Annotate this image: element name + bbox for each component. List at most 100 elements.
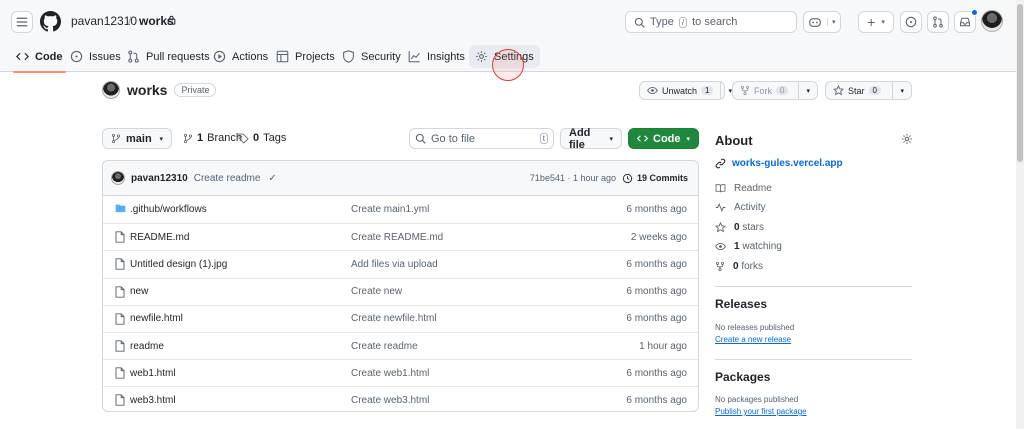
file-commit-message[interactable]: Create web3.html: [351, 395, 429, 406]
code-button-label: Code: [653, 132, 681, 145]
file-commit-message[interactable]: Create new: [351, 286, 402, 297]
tab-code[interactable]: Code: [13, 42, 65, 73]
file-name[interactable]: .github/workflows: [130, 204, 207, 215]
stars-link[interactable]: 0 stars: [715, 222, 764, 233]
tab-projects[interactable]: Projects: [276, 42, 335, 71]
file-name[interactable]: Untitled design (1).jpg: [130, 259, 227, 270]
create-new-button[interactable]: + ▾: [858, 11, 894, 33]
issues-button[interactable]: [900, 11, 922, 33]
stars-count: 0: [734, 222, 740, 233]
go-to-file-input[interactable]: Go to file t: [409, 128, 554, 149]
file-list: .github/workflows Create main1.yml 6 month…: [103, 196, 698, 411]
eye-icon: [647, 86, 658, 95]
create-release-link[interactable]: Create a new release: [715, 335, 791, 344]
copilot-button[interactable]: ▾: [803, 11, 841, 33]
file-row[interactable]: web3.html Create web3.html 6 months ago: [103, 386, 698, 411]
fork-button[interactable]: Fork 0: [733, 82, 795, 99]
gear-icon[interactable]: [901, 133, 913, 145]
file-row[interactable]: new Create new 6 months ago: [103, 277, 698, 305]
tag-label: Tags: [263, 132, 287, 144]
file-row[interactable]: Untitled design (1).jpg Add files via upl…: [103, 250, 698, 277]
tab-pull-requests[interactable]: Pull requests: [127, 42, 210, 71]
breadcrumb-separator: /: [128, 14, 132, 28]
gear-icon: [476, 51, 487, 62]
branch-count: 1: [197, 132, 204, 144]
page-scrollbar[interactable]: [1016, 0, 1024, 429]
file-commit-date: 1 hour ago: [639, 340, 687, 352]
file-commit-message[interactable]: Create README.md: [351, 232, 443, 243]
commit-author[interactable]: pavan12310: [131, 173, 188, 184]
graph-icon: [408, 51, 420, 63]
publish-package-link[interactable]: Publish your first package: [715, 407, 807, 416]
file-name[interactable]: newfile.html: [130, 313, 183, 324]
file-type-icon: [115, 394, 125, 409]
packages-empty-text: No packages published: [715, 395, 799, 404]
file-commit-message[interactable]: Create readme: [351, 341, 418, 352]
file-commit-message[interactable]: Add files via upload: [351, 259, 438, 270]
packages-heading[interactable]: Packages: [715, 370, 770, 384]
add-file-button[interactable]: Add file ▾: [560, 127, 622, 151]
tab-issues[interactable]: Issues: [70, 42, 121, 71]
file-row[interactable]: readme Create readme 1 hour ago: [103, 331, 698, 359]
website-link[interactable]: works-gules.vercel.app: [715, 158, 843, 169]
branch-selector[interactable]: main ▾: [102, 128, 172, 149]
file-commit-message[interactable]: Create newfile.html: [351, 313, 437, 324]
file-row[interactable]: newfile.html Create newfile.html 6 months …: [103, 304, 698, 332]
readme-link[interactable]: Readme: [715, 183, 772, 194]
link-icon: [715, 158, 726, 169]
star-dropdown[interactable]: ▾: [892, 82, 911, 99]
releases-heading[interactable]: Releases: [715, 297, 767, 311]
file-commit-message[interactable]: Create web1.html: [351, 368, 429, 379]
fork-dropdown[interactable]: ▾: [798, 82, 817, 99]
branches-link[interactable]: 1 Branch: [183, 132, 242, 144]
tab-security[interactable]: Security: [342, 42, 401, 71]
repo-name[interactable]: works: [127, 82, 167, 98]
tab-insights[interactable]: Insights: [408, 42, 465, 71]
github-logo-icon[interactable]: [40, 11, 61, 32]
file-icon: [115, 231, 125, 243]
repo-heading: works Private: [102, 81, 217, 99]
scrollbar-thumb[interactable]: [1017, 4, 1023, 162]
file-name[interactable]: web1.html: [130, 368, 176, 379]
file-type-icon: [115, 285, 125, 301]
user-avatar[interactable]: [981, 10, 1003, 32]
menu-button[interactable]: [11, 11, 33, 33]
file-name[interactable]: README.md: [130, 232, 189, 243]
pulse-icon: [715, 202, 726, 213]
commits-link[interactable]: 19 Commits: [622, 173, 688, 184]
commit-hash-time[interactable]: 71be541 · 1 hour ago: [530, 173, 616, 183]
file-commit-message[interactable]: Create main1.yml: [351, 204, 429, 215]
visibility-badge: Private: [174, 83, 217, 97]
unwatch-button[interactable]: Unwatch 1: [640, 82, 720, 99]
forks-link[interactable]: 0 forks: [715, 261, 763, 272]
file-type-icon: [115, 367, 125, 382]
watching-link[interactable]: 1 watching: [715, 241, 782, 252]
branch-label: Branch: [207, 132, 242, 144]
forks-count: 0: [733, 261, 739, 272]
notifications-button[interactable]: [954, 9, 978, 33]
file-icon: [115, 313, 125, 325]
file-commit-date: 2 weeks ago: [630, 231, 687, 243]
forks-label: forks: [741, 261, 764, 272]
search-icon: [634, 17, 645, 28]
file-name[interactable]: new: [130, 286, 148, 297]
star-button[interactable]: Star 0: [826, 82, 888, 99]
tags-link[interactable]: 0 Tags: [238, 132, 286, 144]
file-row[interactable]: README.md Create README.md 2 weeks ago: [103, 223, 698, 250]
file-row[interactable]: .github/workflows Create main1.yml 6 month…: [103, 196, 698, 223]
pull-requests-button[interactable]: [927, 11, 949, 33]
watching-count: 1: [734, 241, 740, 252]
file-name[interactable]: web3.html: [130, 395, 176, 406]
tab-security-label: Security: [361, 50, 401, 63]
chevron-down-icon: ▾: [609, 135, 613, 143]
play-icon: [213, 50, 226, 63]
folder-icon: [115, 204, 126, 213]
commit-message[interactable]: Create readme: [194, 173, 261, 184]
tab-actions[interactable]: Actions: [213, 42, 268, 71]
file-name[interactable]: readme: [130, 341, 164, 352]
file-row[interactable]: web1.html Create web1.html 6 months ago: [103, 359, 698, 386]
issue-icon: [70, 50, 83, 63]
search-input[interactable]: Type / to search: [625, 11, 797, 33]
code-button[interactable]: Code ▾: [628, 128, 699, 149]
activity-link[interactable]: Activity: [715, 202, 766, 213]
